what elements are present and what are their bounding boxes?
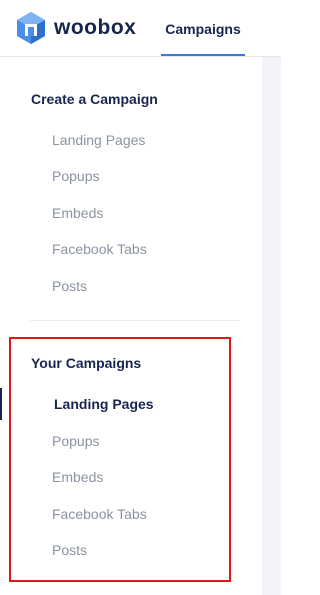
logo[interactable]: woobox: [14, 11, 136, 45]
app-page: woobox Campaigns Create a Campaign Landi…: [0, 0, 281, 595]
top-bar: woobox Campaigns: [0, 0, 281, 57]
sidebar-item-create-embeds[interactable]: Embeds: [52, 205, 103, 221]
content-area-edge: [262, 57, 281, 595]
sidebar-item-your-landing-pages[interactable]: Landing Pages: [54, 396, 154, 412]
section-divider: [30, 320, 240, 321]
tab-campaigns[interactable]: Campaigns: [161, 0, 245, 57]
active-item-marker: [0, 388, 2, 420]
section-title-create: Create a Campaign: [31, 91, 158, 107]
sidebar-item-your-posts[interactable]: Posts: [52, 542, 87, 558]
sidebar-item-your-embeds[interactable]: Embeds: [52, 469, 103, 485]
sidebar-item-create-popups[interactable]: Popups: [52, 168, 99, 184]
sidebar-item-create-posts[interactable]: Posts: [52, 278, 87, 294]
section-title-your-campaigns: Your Campaigns: [31, 355, 142, 371]
sidebar-item-your-facebook-tabs[interactable]: Facebook Tabs: [52, 506, 147, 522]
logo-text: woobox: [54, 16, 137, 39]
highlight-annotation-box: [9, 337, 231, 582]
sidebar-item-create-facebook-tabs[interactable]: Facebook Tabs: [52, 241, 147, 257]
top-bar-divider: [0, 56, 281, 57]
woobox-hexagon-icon: [17, 12, 45, 44]
sidebar-item-your-popups[interactable]: Popups: [52, 433, 99, 449]
sidebar-item-create-landing-pages[interactable]: Landing Pages: [52, 132, 145, 148]
